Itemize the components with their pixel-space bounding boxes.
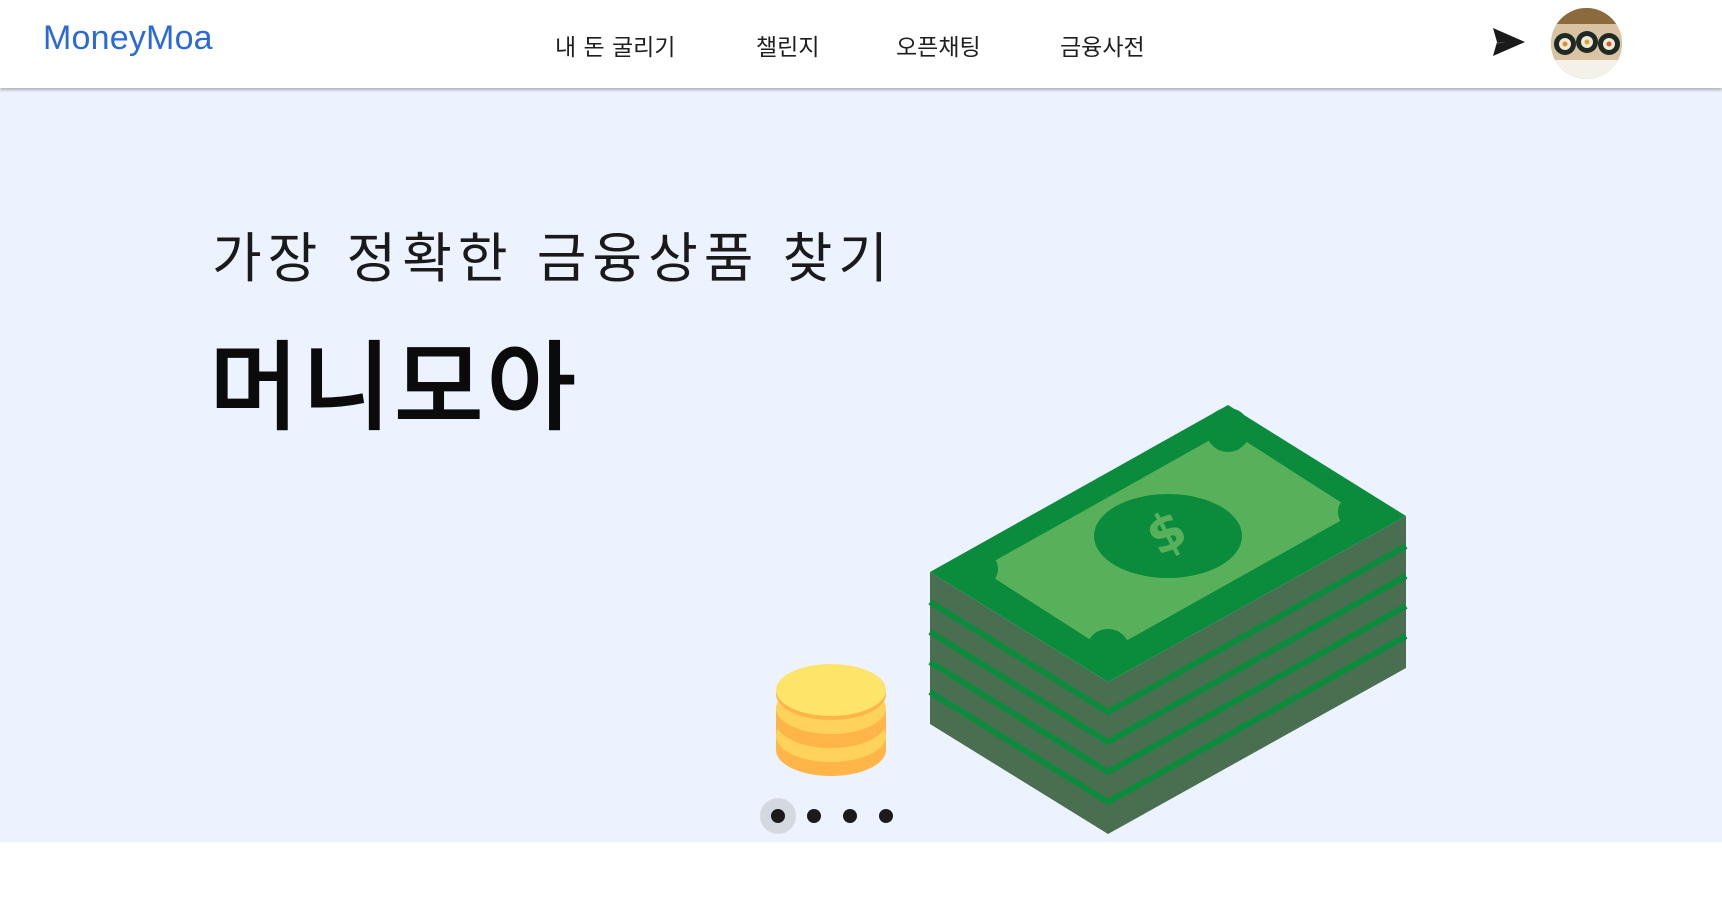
carousel-dot-2[interactable] xyxy=(807,809,821,823)
avatar-image xyxy=(1551,8,1622,79)
page-content-below xyxy=(0,842,1722,922)
nav-item-invest[interactable]: 내 돈 굴리기 xyxy=(555,28,675,62)
avatar[interactable] xyxy=(1551,8,1622,79)
send-icon xyxy=(1493,28,1525,56)
carousel-indicator xyxy=(760,798,910,834)
main-nav: 내 돈 굴리기 챌린지 오픈채팅 금융사전 xyxy=(0,0,1722,88)
top-header: MoneyMoa 내 돈 굴리기 챌린지 오픈채팅 금융사전 xyxy=(0,0,1722,88)
nav-item-challenge[interactable]: 챌린지 xyxy=(756,28,819,62)
hero-title: 머니모아 xyxy=(210,332,580,444)
carousel-dot-4[interactable] xyxy=(879,809,893,823)
coin-stack-icon xyxy=(776,664,886,776)
hero-banner: 가장 정확한 금융상품 찾기 머니모아 $ xyxy=(0,88,1722,842)
hero-subtitle: 가장 정확한 금융상품 찾기 xyxy=(212,227,894,290)
nav-item-finance-dictionary[interactable]: 금융사전 xyxy=(1060,28,1145,62)
carousel-dot-3[interactable] xyxy=(843,809,857,823)
carousel-dot-1[interactable] xyxy=(771,809,785,823)
cash-stack-icon: $ xyxy=(928,405,1408,834)
send-button[interactable] xyxy=(1492,27,1526,57)
nav-item-open-chat[interactable]: 오픈채팅 xyxy=(896,28,981,62)
money-illustration: $ xyxy=(776,405,1408,834)
